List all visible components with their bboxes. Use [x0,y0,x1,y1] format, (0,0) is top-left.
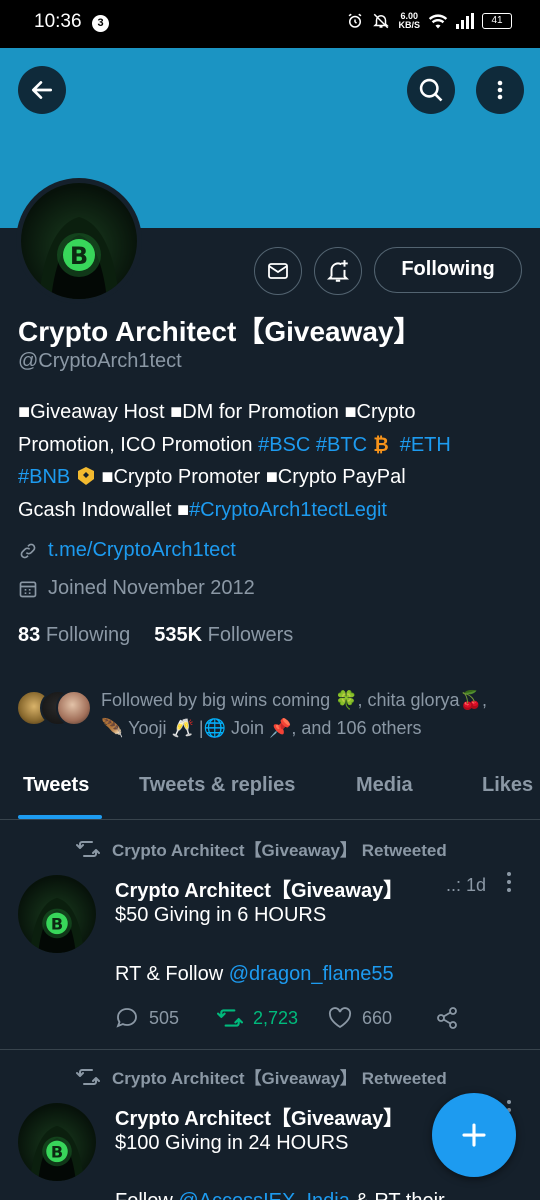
profile-avatar[interactable]: B [16,178,142,304]
retweet-label-row: Crypto Architect【Giveaway】 Retweeted [76,836,447,861]
search-button[interactable] [407,66,455,114]
following-button[interactable]: Following [374,247,522,293]
back-arrow-icon [31,81,53,99]
profile-name: Crypto Architect【Giveaway】 [18,316,422,347]
retweet-label-row: Crypto Architect【Giveaway】 Retweeted [76,1064,447,1089]
hashtag-btc-link[interactable]: #BTC [316,434,367,456]
followed-by-text[interactable]: Followed by big wins coming 🍀, chita glo… [101,686,521,742]
bitcoin-emoji-icon: ₿ [373,434,388,456]
status-time: 10:36 [34,11,82,32]
tab-media[interactable]: Media [356,774,413,797]
svg-text:B: B [70,242,88,270]
tweet-text-line-1: $100 Giving in 24 HOURS [115,1132,349,1154]
following-stat[interactable]: 83 Following [18,624,130,647]
active-tab-indicator [18,815,102,819]
svg-text:₿: ₿ [373,434,388,454]
follower-avatar-3[interactable] [56,690,92,726]
hashtag-bnb-link[interactable]: #BNB [18,466,70,488]
status-icons: 6.00 KB/S 41 [346,12,512,30]
hashtag-bsc-link[interactable]: #BSC [258,434,310,456]
retweet-icon [217,1009,243,1027]
bio-line-3: #BNB ■Crypto Promoter ■Crypto PayPal [18,466,406,488]
bell-plus-icon [326,260,350,282]
tab-tweets-and-replies[interactable]: Tweets & replies [139,774,295,797]
followers-stat[interactable]: 535K Followers [154,624,293,647]
status-bar: 10:36 3 6.00 KB/S 41 [0,0,540,48]
tweet-item[interactable]: Crypto Architect【Giveaway】 Retweeted B C… [0,821,540,1049]
calendar-icon [19,581,37,597]
more-options-button[interactable] [476,66,524,114]
tweet-header: Crypto Architect【Giveaway】 [115,1102,403,1131]
reply-button[interactable]: 505 [115,1006,217,1030]
like-button[interactable]: 660 [328,1007,435,1029]
wifi-icon [428,14,448,29]
network-speed: 6.00 KB/S [398,11,420,30]
tweet-author-avatar[interactable]: B [18,875,96,953]
tab-likes[interactable]: Likes [482,774,533,797]
profile-link-row: t.me/CryptoArch1tect [18,539,236,562]
joined-date: Joined November 2012 [48,577,255,599]
retweet-button[interactable]: 2,723 [217,1007,328,1029]
tweet-text-line-2: Follow @AccessIEX_India & RT their [115,1190,445,1200]
hashtag-eth-link[interactable]: #ETH [400,434,451,456]
mention-link[interactable]: @dragon_flame55 [229,963,394,985]
hashtag-legit-link[interactable]: #CryptoArch1tectLegit [189,499,387,521]
heart-icon [328,1007,352,1029]
tweet-more-button[interactable] [505,871,513,899]
share-icon [437,1007,457,1029]
bio-line-1: ■Giveaway Host ■DM for Promotion ■Crypto [18,401,416,423]
tweet-timestamp: ..: 1d [446,875,487,895]
notification-count-badge: 3 [92,15,109,32]
retweet-icon [76,840,100,857]
joined-row: Joined November 2012 [18,577,255,600]
notify-button[interactable] [314,247,362,295]
svg-text:B: B [51,1142,63,1161]
tweet-header: Crypto Architect【Giveaway】 [115,874,403,903]
follow-stats: 83 Following 535K Followers [18,624,293,647]
bio-line-2: Promotion, ICO Promotion #BSC #BTC ₿ #ET… [18,433,451,456]
battery-icon: 41 [482,13,512,29]
hooded-bitcoin-avatar-icon: B [30,897,84,953]
tweet-actions: 505 2,723 660 [115,1006,459,1030]
tweet-author-avatar[interactable]: B [18,1103,96,1181]
message-button[interactable] [254,247,302,295]
tweet-text-line-2: RT & Follow @dragon_flame55 [115,963,394,985]
hooded-bitcoin-avatar-icon: B [30,1125,84,1181]
search-icon [419,78,443,102]
reply-icon [116,1008,137,1028]
more-vertical-icon [507,872,511,892]
retweet-icon [76,1068,100,1085]
signal-icon [456,13,474,29]
alarm-icon [349,13,362,28]
back-button[interactable] [18,66,66,114]
link-icon [20,543,36,558]
plus-icon [462,1123,486,1147]
envelope-icon [268,263,288,279]
hooded-bitcoin-avatar-icon: B [39,217,119,299]
bio-line-4: Gcash Indowallet ■#CryptoArch1tectLegit [18,498,387,521]
mute-bell-icon [373,13,390,29]
mention-link[interactable]: @AccessIEX_India [178,1190,350,1200]
tab-tweets[interactable]: Tweets [23,774,89,797]
more-vertical-icon [497,80,503,100]
tweet-text-line-1: $50 Giving in 6 HOURS [115,904,327,926]
tweet-author-name[interactable]: Crypto Architect【Giveaway】 [115,1108,403,1130]
profile-bio: ■Giveaway Host ■DM for Promotion ■Crypto… [18,396,523,526]
bnb-emoji-icon [77,467,94,485]
profile-tabs: Tweets Tweets & replies Media Likes [0,760,540,820]
profile-handle: @CryptoArch1tect [18,350,182,372]
tweet-author-name[interactable]: Crypto Architect【Giveaway】 [115,880,403,902]
share-button[interactable] [435,1006,459,1030]
compose-tweet-button[interactable] [432,1093,516,1177]
svg-text:B: B [51,914,63,933]
profile-link[interactable]: t.me/CryptoArch1tect [48,539,236,562]
